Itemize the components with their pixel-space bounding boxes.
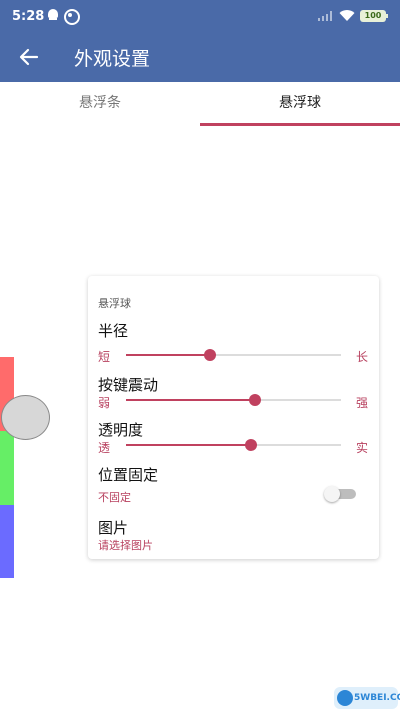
vibration-slider-thumb[interactable]	[249, 394, 261, 406]
vibration-max-label: 强	[356, 396, 369, 410]
vibration-slider[interactable]	[126, 393, 341, 407]
opacity-slider[interactable]	[126, 438, 341, 452]
notification-ghost-icon	[47, 9, 59, 21]
position-fixed-toggle[interactable]	[324, 486, 358, 502]
watermark: 5WBEI.COM	[334, 687, 400, 709]
watermark-text: 5WBEI.COM	[354, 693, 400, 703]
floating-ball-preview[interactable]	[1, 395, 50, 440]
opacity-slider-thumb[interactable]	[244, 439, 257, 451]
opacity-label: 透明度	[98, 421, 144, 439]
opacity-max-label: 实	[356, 441, 369, 455]
choose-image-link[interactable]: 请选择图片	[98, 537, 153, 553]
radius-slider[interactable]	[126, 348, 341, 362]
radius-max-label: 长	[356, 350, 369, 364]
arrow-left-icon	[19, 48, 39, 66]
radius-slider-thumb[interactable]	[203, 349, 216, 361]
floating-bar-blue-segment	[0, 505, 14, 578]
page-title: 外观设置	[74, 48, 151, 70]
screen: 5:28 100 外观设置 悬浮条 悬浮球 悬浮球 半径 短 长 按键震动 弱 …	[0, 0, 400, 711]
image-label: 图片	[98, 519, 129, 537]
signal-icon	[318, 10, 334, 21]
radius-slider-fill	[126, 354, 210, 356]
watermark-logo-icon	[337, 690, 353, 706]
vibration-slider-fill	[126, 399, 255, 401]
toggle-knob	[324, 486, 340, 502]
app-bar: 外观设置	[0, 32, 400, 82]
vibration-label: 按键震动	[98, 376, 159, 394]
opacity-min-label: 透	[98, 441, 111, 455]
radius-label: 半径	[98, 322, 129, 340]
back-button[interactable]	[12, 40, 46, 74]
status-time: 5:28	[12, 9, 45, 24]
position-fixed-label: 位置固定	[98, 466, 159, 484]
tab-floating-ball[interactable]: 悬浮球	[200, 82, 400, 126]
tab-bar: 悬浮条 悬浮球	[0, 82, 400, 126]
vibration-min-label: 弱	[98, 396, 111, 410]
battery-indicator: 100	[360, 10, 388, 22]
tab-indicator	[200, 123, 400, 126]
opacity-slider-fill	[126, 444, 251, 446]
position-fixed-status: 不固定	[98, 491, 131, 504]
floating-ball-settings-card: 悬浮球 半径 短 长 按键震动 弱 强 透明度 透 实 位置固定 不固定 图片 …	[88, 276, 379, 559]
wifi-icon	[339, 10, 355, 21]
tab-floating-bar[interactable]: 悬浮条	[0, 82, 200, 126]
status-bar: 5:28 100	[0, 0, 400, 32]
sync-icon	[64, 9, 80, 25]
header: 5:28 100 外观设置	[0, 0, 400, 82]
card-title: 悬浮球	[98, 297, 131, 310]
floating-bar-green-segment	[0, 431, 14, 505]
radius-min-label: 短	[98, 350, 111, 364]
floating-bar-preview[interactable]	[0, 357, 14, 578]
